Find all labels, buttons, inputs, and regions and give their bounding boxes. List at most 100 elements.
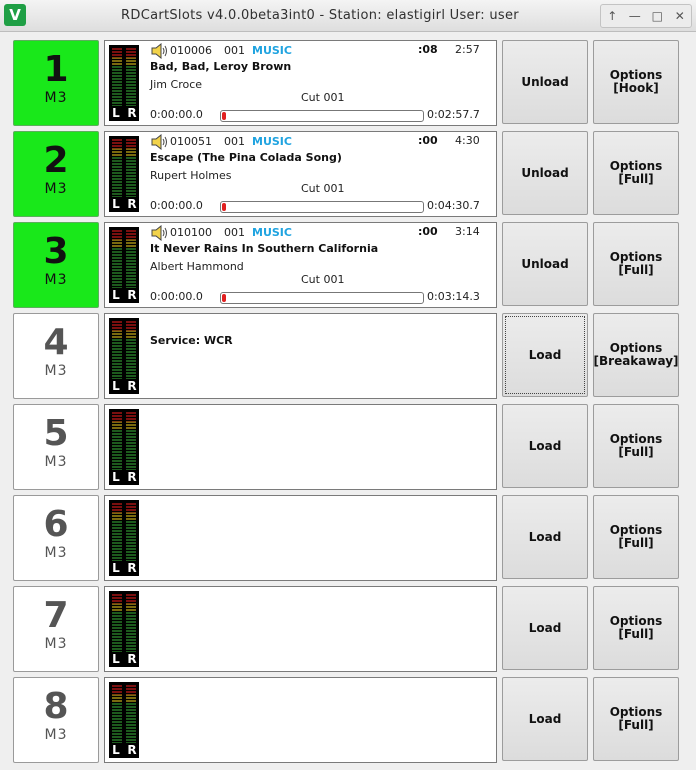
- slot-mode: M3: [44, 636, 68, 652]
- audio-meter: L R: [109, 136, 139, 212]
- talk-time: :00: [418, 225, 438, 238]
- cart-slot-1: 1 M3 L R 010006 001 MUSIC :08 2:57 Bad, …: [13, 40, 679, 126]
- options-mode: [Full]: [618, 718, 654, 732]
- cart-slot-5: 5 M3 L R Load Options [Full]: [13, 404, 679, 490]
- audio-meter: L R: [109, 318, 139, 394]
- right-channel-label: R: [127, 652, 137, 666]
- slot-number-button[interactable]: 6 M3: [13, 495, 99, 581]
- cut-number: 001: [224, 226, 245, 239]
- position-time: 0:00:00.0: [150, 108, 203, 121]
- slot-number-button[interactable]: 5 M3: [13, 404, 99, 490]
- cart-artist: Rupert Holmes: [150, 169, 232, 182]
- options-button[interactable]: Options [Full]: [593, 222, 679, 306]
- remaining-time: 0:02:57.7: [427, 108, 480, 121]
- options-button[interactable]: Options [Full]: [593, 404, 679, 488]
- position-time: 0:00:00.0: [150, 199, 203, 212]
- options-mode: [Full]: [618, 263, 654, 277]
- minimize-button[interactable]: —: [624, 9, 646, 23]
- left-channel-label: L: [112, 652, 120, 666]
- slot-number-button[interactable]: 3 M3: [13, 222, 99, 308]
- left-channel-label: L: [112, 288, 120, 302]
- right-channel-label: R: [127, 106, 137, 120]
- slot-number-button[interactable]: 8 M3: [13, 677, 99, 763]
- cart-info-panel: L R: [104, 495, 497, 581]
- slot-number-button[interactable]: 2 M3: [13, 131, 99, 217]
- slot-number: 2: [43, 140, 69, 181]
- cart-number: 010100: [170, 226, 212, 239]
- position-time: 0:00:00.0: [150, 290, 203, 303]
- remaining-time: 0:04:30.7: [427, 199, 480, 212]
- slot-number-button[interactable]: 1 M3: [13, 40, 99, 126]
- slot-number-button[interactable]: 7 M3: [13, 586, 99, 672]
- options-button[interactable]: Options [Full]: [593, 586, 679, 670]
- slot-number: 6: [43, 504, 69, 545]
- right-meter-bar: [126, 139, 136, 197]
- audio-meter: L R: [109, 409, 139, 485]
- left-meter-bar: [112, 139, 122, 197]
- progress-fill: [222, 294, 226, 302]
- right-channel-label: R: [127, 743, 137, 757]
- cut-number: 001: [224, 135, 245, 148]
- maximize-button[interactable]: □: [646, 9, 668, 23]
- left-meter-bar: [112, 321, 122, 379]
- slot-number: 5: [43, 413, 69, 454]
- cart-slot-3: 3 M3 L R 010100 001 MUSIC :00 3:14 It Ne…: [13, 222, 679, 308]
- cart-title: Escape (The Pina Colada Song): [150, 151, 342, 164]
- left-channel-label: L: [112, 561, 120, 575]
- cut-label: Cut 001: [301, 182, 345, 195]
- cart-number: 010006: [170, 44, 212, 57]
- speaker-icon: [151, 134, 167, 150]
- unload-button[interactable]: Unload: [502, 40, 588, 124]
- left-channel-label: L: [112, 106, 120, 120]
- keep-above-button[interactable]: ↑: [601, 9, 623, 23]
- slot-number: 1: [43, 49, 69, 90]
- cart-info-panel: L R 010100 001 MUSIC :00 3:14 It Never R…: [104, 222, 497, 308]
- right-meter-bar: [126, 685, 136, 743]
- left-meter-bar: [112, 594, 122, 652]
- audio-meter: L R: [109, 682, 139, 758]
- load-button[interactable]: Load: [502, 495, 588, 579]
- progress-bar: [220, 110, 424, 122]
- cart-length: 4:30: [455, 134, 480, 147]
- audio-meter: L R: [109, 500, 139, 576]
- progress-fill: [222, 112, 226, 120]
- remaining-time: 0:03:14.3: [427, 290, 480, 303]
- cart-info-panel: L R 010006 001 MUSIC :08 2:57 Bad, Bad, …: [104, 40, 497, 126]
- unload-button[interactable]: Unload: [502, 131, 588, 215]
- cart-length: 3:14: [455, 225, 480, 238]
- window-title: RDCartSlots v4.0.0beta3int0 - Station: e…: [121, 8, 519, 23]
- cut-label: Cut 001: [301, 273, 345, 286]
- options-button[interactable]: Options [Hook]: [593, 40, 679, 124]
- right-meter-bar: [126, 412, 136, 470]
- options-button[interactable]: Options [Breakaway]: [593, 313, 679, 397]
- load-button[interactable]: Load: [502, 313, 588, 397]
- options-mode: [Full]: [618, 172, 654, 186]
- right-channel-label: R: [127, 561, 137, 575]
- speaker-icon: [151, 225, 167, 241]
- close-button[interactable]: ✕: [669, 9, 691, 23]
- load-button[interactable]: Load: [502, 677, 588, 761]
- slot-number-button[interactable]: 4 M3: [13, 313, 99, 399]
- options-mode: [Full]: [618, 627, 654, 641]
- cart-info-panel: L R Service: WCR: [104, 313, 497, 399]
- cart-info-panel: L R: [104, 677, 497, 763]
- title-bar: V RDCartSlots v4.0.0beta3int0 - Station:…: [0, 0, 696, 32]
- load-button[interactable]: Load: [502, 586, 588, 670]
- slot-mode: M3: [44, 727, 68, 743]
- left-meter-bar: [112, 685, 122, 743]
- cart-title: It Never Rains In Southern California: [150, 242, 379, 255]
- left-meter-bar: [112, 412, 122, 470]
- slot-mode: M3: [44, 545, 68, 561]
- cart-artist: Albert Hammond: [150, 260, 244, 273]
- options-button[interactable]: Options [Full]: [593, 677, 679, 761]
- options-button[interactable]: Options [Full]: [593, 495, 679, 579]
- cart-artist: Jim Croce: [150, 78, 203, 91]
- load-button[interactable]: Load: [502, 404, 588, 488]
- right-meter-bar: [126, 48, 136, 106]
- right-channel-label: R: [127, 288, 137, 302]
- slot-mode: M3: [44, 363, 68, 379]
- group-name: MUSIC: [252, 44, 292, 57]
- options-button[interactable]: Options [Full]: [593, 131, 679, 215]
- unload-button[interactable]: Unload: [502, 222, 588, 306]
- audio-meter: L R: [109, 45, 139, 121]
